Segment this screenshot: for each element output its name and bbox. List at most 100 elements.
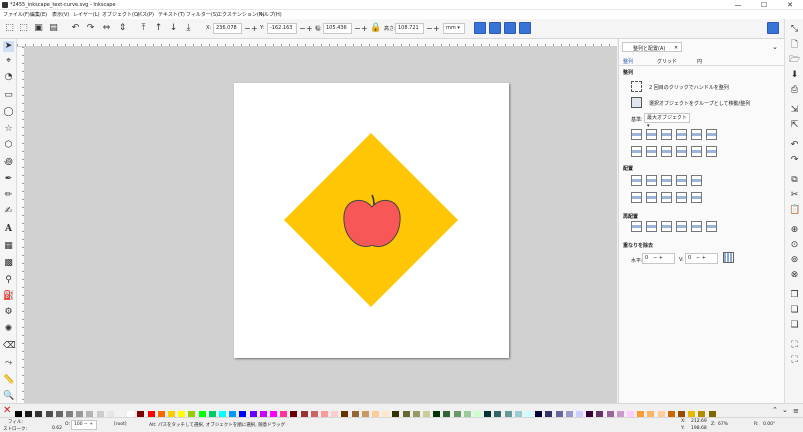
zoom-tool-icon[interactable]: 🔍 <box>3 391 14 402</box>
pencil-tool-icon[interactable]: ✏ <box>3 190 14 201</box>
align-option-button[interactable] <box>676 129 687 140</box>
rotation-value[interactable]: 0.00° <box>763 422 775 427</box>
snap-settings-icon[interactable]: ⤡ <box>789 24 800 35</box>
opacity-input[interactable]: 100 − + <box>71 420 97 430</box>
duplicate-icon[interactable]: ❐ <box>789 290 800 301</box>
align-option-button[interactable] <box>646 175 657 186</box>
menu-filters[interactable]: フィルター(S) <box>186 11 218 18</box>
rectangle-tool-icon[interactable]: ▭ <box>3 90 14 101</box>
import-icon[interactable]: ⇲ <box>789 105 800 116</box>
paint-bucket-icon[interactable]: ⛽ <box>3 291 14 302</box>
zoom-value[interactable]: 67% <box>718 422 728 427</box>
cut-icon[interactable]: ✂ <box>789 190 800 201</box>
selector-tool-icon[interactable]: ➤ <box>3 41 14 52</box>
relative-select[interactable]: 最大オブジェクト ▾ <box>644 113 690 129</box>
current-layer[interactable]: [root] <box>114 422 127 427</box>
align-option-button[interactable] <box>706 146 717 157</box>
raise-to-top-icon[interactable]: ⤒ <box>138 23 149 34</box>
paste-icon[interactable]: 📋 <box>789 205 800 216</box>
remove-overlap-button[interactable] <box>723 252 734 263</box>
width-increment-button[interactable]: + <box>361 23 368 34</box>
redo-icon[interactable]: ↷ <box>789 155 800 166</box>
menu-file[interactable]: ファイル(F) <box>3 11 30 18</box>
x-input[interactable]: 236.078 <box>213 23 242 34</box>
no-paint-icon[interactable]: ✕ <box>3 405 11 417</box>
eraser-tool-icon[interactable]: ⌫ <box>3 341 16 352</box>
gradient-tool-icon[interactable]: ▦ <box>3 241 14 252</box>
star-tool-icon[interactable]: ☆ <box>3 124 14 135</box>
align-option-button[interactable] <box>631 129 642 140</box>
zoom-width-icon[interactable]: ⊗ <box>789 270 800 281</box>
palette-scroll-down-icon[interactable]: ⌄ <box>782 406 788 414</box>
lock-ratio-icon[interactable]: 🔒 <box>370 23 381 34</box>
unit-select[interactable]: mm ▾ <box>443 23 465 34</box>
align-option-button[interactable] <box>661 129 672 140</box>
y-decrement-button[interactable]: − <box>299 23 306 34</box>
align-option-button[interactable] <box>691 221 702 232</box>
handles-align-icon[interactable] <box>631 81 642 92</box>
align-option-button[interactable] <box>676 175 687 186</box>
group-icon[interactable]: ⛶ <box>789 340 800 351</box>
menu-path[interactable]: パス(P) <box>137 11 154 18</box>
rotate-cw-icon[interactable]: ↷ <box>85 23 96 34</box>
apple-shape[interactable] <box>343 199 401 247</box>
select-all-icon[interactable]: ⬚ <box>4 23 15 34</box>
stroke-width-value[interactable]: 0.62 <box>52 426 62 431</box>
undo-icon[interactable]: ↶ <box>789 140 800 151</box>
select-same-icon[interactable]: ▤ <box>48 23 59 34</box>
zoom-drawing-icon[interactable]: ⊙ <box>789 240 800 251</box>
lower-icon[interactable]: ↓ <box>168 23 179 34</box>
x-decrement-button[interactable]: − <box>244 23 251 34</box>
maximize-button[interactable]: ☐ <box>751 0 777 10</box>
panel-tab[interactable]: 整列と配置(A) ✕ <box>622 42 682 52</box>
menu-layer[interactable]: レイヤー(L) <box>73 11 100 18</box>
menu-edit[interactable]: 編集(E) <box>30 11 47 18</box>
height-increment-button[interactable]: + <box>433 23 440 34</box>
close-window-button[interactable]: ✕ <box>777 0 803 10</box>
unlink-clone-icon[interactable]: ❑ <box>789 320 800 331</box>
copy-icon[interactable]: ⧉ <box>789 175 800 186</box>
node-tool-icon[interactable]: ⌖ <box>3 56 14 67</box>
subtab-align[interactable]: 整列 <box>623 58 633 65</box>
align-option-button[interactable] <box>691 129 702 140</box>
align-option-button[interactable] <box>661 146 672 157</box>
align-option-button[interactable] <box>691 146 702 157</box>
flip-horizontal-icon[interactable]: ⇔ <box>101 23 112 34</box>
y-input[interactable]: -162.163 <box>267 23 297 34</box>
mesh-tool-icon[interactable]: ▩ <box>3 258 14 269</box>
menu-extensions[interactable]: エクステンション(N) <box>217 11 265 18</box>
connector-tool-icon[interactable]: ⤳ <box>3 358 14 369</box>
align-option-button[interactable] <box>646 129 657 140</box>
measure-tool-icon[interactable]: 📏 <box>3 375 14 386</box>
align-option-button[interactable] <box>646 192 657 203</box>
palette-scroll-up-icon[interactable]: ⌃ <box>772 406 778 414</box>
subtab-circle[interactable]: 円 <box>697 58 702 65</box>
menu-help[interactable]: ヘルプ(H) <box>259 11 282 18</box>
align-option-button[interactable] <box>676 221 687 232</box>
align-option-button[interactable] <box>631 146 642 157</box>
raise-icon[interactable]: ↑ <box>153 23 164 34</box>
align-option-button[interactable] <box>631 175 642 186</box>
ellipse-tool-icon[interactable]: ◯ <box>3 107 14 118</box>
align-option-button[interactable] <box>661 192 672 203</box>
new-document-icon[interactable]: 🗋 <box>789 40 800 51</box>
y-increment-button[interactable]: + <box>306 23 313 34</box>
height-input[interactable]: 108.721 <box>395 23 424 34</box>
pen-tool-icon[interactable]: ✒ <box>3 174 14 185</box>
option-move-as-group[interactable]: 選択オブジェクトをグループとして移動/整列 <box>649 100 750 107</box>
align-option-button[interactable] <box>706 221 717 232</box>
align-option-button[interactable] <box>631 192 642 203</box>
align-option-button[interactable] <box>631 221 642 232</box>
open-document-icon[interactable]: 🗁 <box>789 55 800 66</box>
shape-builder-icon[interactable]: ◔ <box>3 72 14 83</box>
move-as-group-icon[interactable] <box>631 97 642 108</box>
option-align-handles[interactable]: 2 回目のクリックでハンドルを整列 <box>649 84 729 91</box>
calligraphy-tool-icon[interactable]: ✍ <box>3 206 14 217</box>
scale-stroke-toggle[interactable] <box>474 22 486 34</box>
print-icon[interactable]: ⎙ <box>789 85 800 96</box>
scale-radius-toggle[interactable] <box>489 22 501 34</box>
lower-to-bottom-icon[interactable]: ⤓ <box>183 23 194 34</box>
align-option-button[interactable] <box>661 221 672 232</box>
zoom-page-icon[interactable]: ⊚ <box>789 255 800 266</box>
export-icon[interactable]: ⇱ <box>789 120 800 131</box>
